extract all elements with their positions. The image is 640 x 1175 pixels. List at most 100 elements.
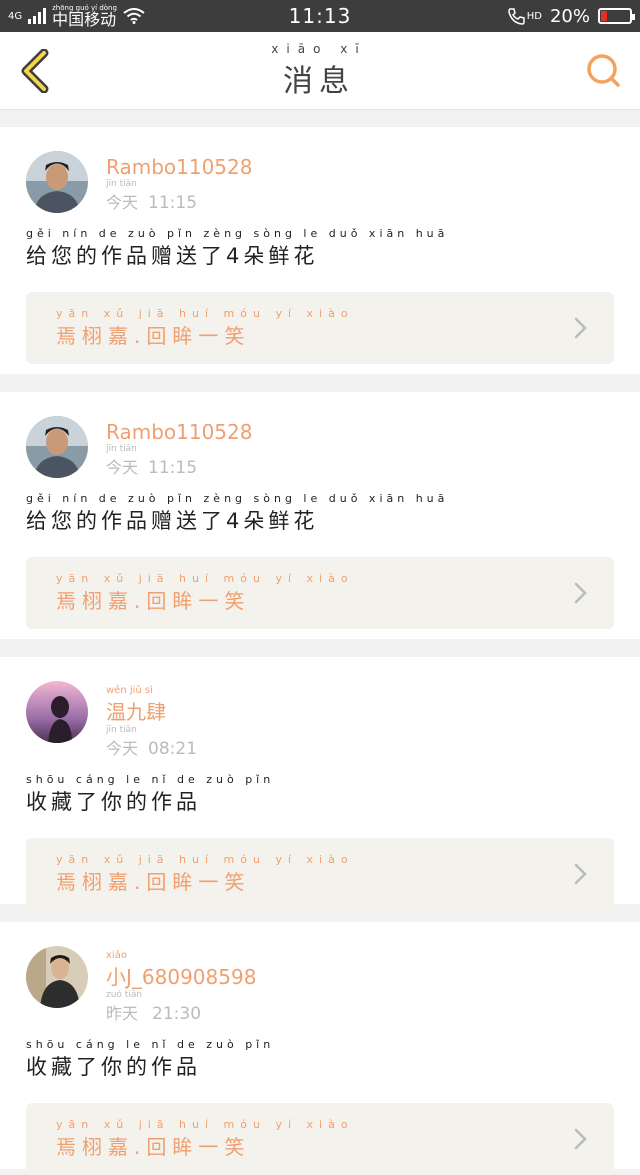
sunset-silhouette-icon [26,681,88,743]
action-hanzi: 收藏了你的作品 [26,1055,201,1079]
day-label: zuó tiān 昨天 [106,990,142,1024]
work-reference[interactable]: yān xǔ jiā huí móu yí xiào 焉栩嘉.回眸一笑 [26,292,614,364]
action-pinyin: shōu cáng le nǐ de zuò pǐn [26,773,275,786]
time-text: 11:15 [148,458,198,478]
username-pinyin: xiǎo [106,950,127,961]
day-label: jīn tiān 今天 [106,179,138,213]
action-hanzi: 给您的作品赠送了4朵鲜花 [26,509,319,533]
action-pinyin: gěi nín de zuò pǐn zèng sòng le duǒ xiān… [26,227,449,240]
work-title-text: 焉栩嘉.回眸一笑 [56,589,251,613]
username-text: Rambo110528 [106,155,253,179]
status-bar: 4G zhōng guó yí dòng 中国移动 11:13 HD 20% [0,0,640,32]
timestamp: zuó tiān 昨天 21:30 [106,990,256,1024]
action-text: gěi nín de zuò pǐn zèng sòng le duǒ xiān… [26,492,614,535]
user-info: xiǎo 小J_680908598 zuó tiān 昨天 21:30 [106,946,256,1024]
carrier-name: 中国移动 [52,9,117,29]
man-portrait-icon [26,151,88,213]
status-right: HD 20% [424,5,635,27]
work-reference[interactable]: yān xǔ jiā huí móu yí xiào 焉栩嘉.回眸一笑 [26,1103,614,1175]
username-text: 小J_680908598 [106,965,257,989]
username-text: Rambo110528 [106,420,253,444]
action-hanzi: 给您的作品赠送了4朵鲜花 [26,244,319,268]
message-header: wēn jiǔ sì 温九肆 jīn tiān 今天 08:21 [26,681,614,759]
avatar[interactable] [26,946,88,1008]
work-title: yān xǔ jiā huí móu yí xiào 焉栩嘉.回眸一笑 [56,853,354,895]
work-title-text: 焉栩嘉.回眸一笑 [56,324,251,348]
man-portrait-icon [26,416,88,478]
avatar[interactable] [26,416,88,478]
timestamp: jīn tiān 今天 11:15 [106,179,252,213]
work-title-pinyin: yān xǔ jiā huí móu yí xiào [56,307,354,320]
username[interactable]: xiǎo 小J_680908598 [106,950,256,990]
work-title-pinyin: yān xǔ jiā huí móu yí xiào [56,853,354,866]
day-text: 今天 [106,193,139,212]
user-info: wēn jiǔ sì 温九肆 jīn tiān 今天 08:21 [106,681,197,759]
page-title-pinyin: xiāo xī [271,41,367,56]
user-info: Rambo110528 jīn tiān 今天 11:15 [106,416,252,478]
person-portrait-icon [26,946,88,1008]
day-text: 今天 [106,739,139,758]
day-pinyin: jīn tiān [106,725,137,735]
page-header: xiāo xī 消息 [0,32,640,110]
wifi-icon [123,8,145,24]
message-card: Rambo110528 jīn tiān 今天 11:15 gěi nín de… [0,392,640,639]
day-pinyin: zuó tiān [106,990,143,1000]
username[interactable]: Rambo110528 [106,155,252,179]
chevron-right-icon [574,317,587,339]
time-text: 08:21 [148,739,198,759]
status-left: 4G zhōng guó yí dòng 中国移动 [8,4,216,29]
signal-icon [28,8,47,24]
user-info: Rambo110528 jīn tiān 今天 11:15 [106,151,252,213]
timestamp: jīn tiān 今天 08:21 [106,725,197,759]
username[interactable]: wēn jiǔ sì 温九肆 [106,685,197,725]
username[interactable]: Rambo110528 [106,420,252,444]
battery-fill [601,11,607,21]
battery-icon [598,8,635,24]
message-header: Rambo110528 jīn tiān 今天 11:15 [26,416,614,478]
username-pinyin: wēn jiǔ sì [106,685,153,696]
message-card: wēn jiǔ sì 温九肆 jīn tiān 今天 08:21 shōu cá… [0,657,640,910]
action-text: gěi nín de zuò pǐn zèng sòng le duǒ xiān… [26,227,614,270]
status-time: 11:13 [288,4,352,28]
day-text: 今天 [106,458,139,477]
call-icon [507,8,525,25]
work-title-text: 焉栩嘉.回眸一笑 [56,870,251,894]
message-list: Rambo110528 jīn tiān 今天 11:15 gěi nín de… [0,110,640,1175]
network-type: 4G [8,10,23,22]
username-text: 温九肆 [106,700,166,724]
action-text: shōu cáng le nǐ de zuò pǐn 收藏了你的作品 [26,1038,614,1081]
day-label: jīn tiān 今天 [106,725,138,759]
work-title-pinyin: yān xǔ jiā huí móu yí xiào [56,1118,354,1131]
message-card: xiǎo 小J_680908598 zuó tiān 昨天 21:30 shōu… [0,922,640,1175]
page-title: xiāo xī 消息 [271,42,366,100]
avatar[interactable] [26,151,88,213]
chevron-right-icon [574,582,587,604]
action-hanzi: 收藏了你的作品 [26,790,201,814]
timestamp: jīn tiān 今天 11:15 [106,444,252,478]
search-icon[interactable] [586,53,622,89]
chevron-right-icon [574,1128,587,1150]
carrier: zhōng guó yí dòng 中国移动 [52,4,117,29]
chevron-right-icon [574,863,587,885]
work-reference[interactable]: yān xǔ jiā huí móu yí xiào 焉栩嘉.回眸一笑 [26,557,614,629]
message-card: Rambo110528 jīn tiān 今天 11:15 gěi nín de… [0,127,640,374]
action-text: shōu cáng le nǐ de zuò pǐn 收藏了你的作品 [26,773,614,816]
action-pinyin: shōu cáng le nǐ de zuò pǐn [26,1038,275,1051]
avatar[interactable] [26,681,88,743]
page-title-text: 消息 [282,63,355,99]
day-text: 昨天 [106,1004,139,1023]
battery-percent: 20% [549,5,590,27]
hd-label: HD [526,10,542,22]
time-text: 11:15 [148,193,198,213]
day-label: jīn tiān 今天 [106,444,138,478]
time-text: 21:30 [152,1004,202,1024]
work-title: yān xǔ jiā huí móu yí xiào 焉栩嘉.回眸一笑 [56,307,354,349]
work-reference[interactable]: yān xǔ jiā huí móu yí xiào 焉栩嘉.回眸一笑 [26,838,614,910]
action-pinyin: gěi nín de zuò pǐn zèng sòng le duǒ xiān… [26,492,449,505]
back-icon[interactable] [18,48,52,93]
message-header: xiǎo 小J_680908598 zuó tiān 昨天 21:30 [26,946,614,1024]
day-pinyin: jīn tiān [106,444,137,454]
work-title-pinyin: yān xǔ jiā huí móu yí xiào [56,572,354,585]
work-title: yān xǔ jiā huí móu yí xiào 焉栩嘉.回眸一笑 [56,572,354,614]
work-title: yān xǔ jiā huí móu yí xiào 焉栩嘉.回眸一笑 [56,1118,354,1160]
